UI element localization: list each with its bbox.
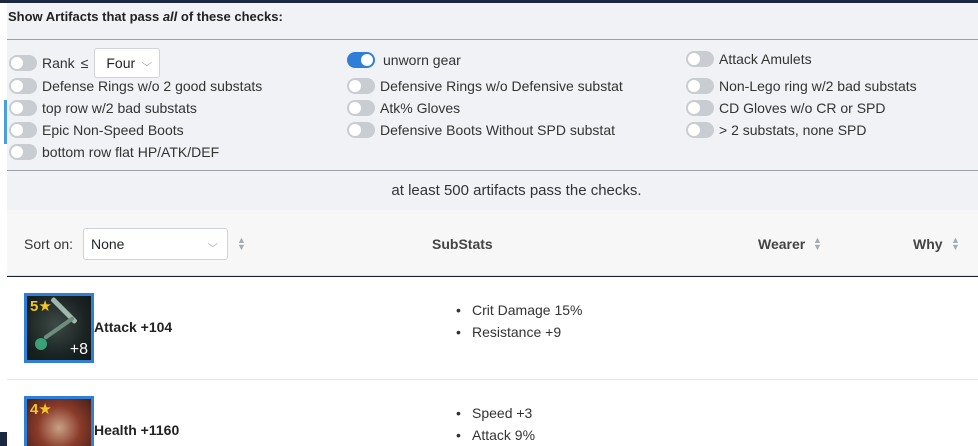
divider (7, 39, 978, 40)
check-nonlego-ring: Non-Lego ring w/2 bad substats (686, 76, 917, 96)
filter-title: Show Artifacts that pass all of these ch… (8, 9, 283, 24)
toggle-2-substats[interactable] (686, 122, 714, 138)
left-strip (0, 432, 7, 446)
check-cd-gloves: CD Gloves w/o CR or SPD (686, 98, 885, 118)
check-def-boots: Defensive Boots Without SPD substat (347, 120, 615, 140)
toggle-rank[interactable] (9, 55, 37, 71)
list-item: Speed +3 (456, 402, 535, 424)
toggle-top-row[interactable] (9, 100, 37, 116)
check-defense-rings: Defense Rings w/o 2 good substats (9, 76, 262, 96)
toggle-attack-amulets[interactable] (686, 51, 714, 67)
star-rating: 4★ (30, 401, 52, 418)
sort-select[interactable]: None ⌵ (83, 228, 228, 260)
check-2-substats: > 2 substats, none SPD (686, 120, 866, 140)
col-substats[interactable]: SubStats (432, 236, 493, 252)
toggle-def-boots[interactable] (347, 122, 375, 138)
list-item: Attack 9% (456, 424, 535, 446)
sort-arrows-icon[interactable]: ▲ ▼ (813, 236, 822, 252)
check-label: Epic Non-Speed Boots (42, 122, 184, 138)
sort-label: Sort on: (24, 236, 74, 252)
filter-panel: Show Artifacts that pass all of these ch… (7, 3, 978, 210)
main-stat: Health +1160 (94, 422, 180, 438)
check-label: Attack Amulets (719, 51, 812, 67)
artifact-weapon-icon: 5★ +8 (24, 293, 94, 363)
check-label: Defensive Boots Without SPD substat (380, 122, 615, 138)
check-epic-boots: Epic Non-Speed Boots (9, 120, 184, 140)
check-label: Non-Lego ring w/2 bad substats (719, 78, 917, 94)
toggle-unworn[interactable] (347, 52, 375, 68)
check-top-row: top row w/2 bad substats (9, 98, 197, 118)
sort-arrows-icon[interactable]: ▲ ▼ (951, 236, 960, 252)
artifact-armor-icon: 4★ (24, 396, 94, 446)
list-item: Resistance +9 (456, 321, 583, 343)
check-attack-amulets: Attack Amulets (686, 49, 812, 69)
table-row[interactable]: 5★ +8 Attack +104 Crit Damage 15% Resist… (7, 277, 978, 380)
check-label: top row w/2 bad substats (42, 100, 197, 116)
star-rating: 5★ (30, 298, 52, 315)
rank-label: Rank (42, 55, 75, 71)
toggle-nonlego-ring[interactable] (686, 78, 714, 94)
check-label: Defensive Rings w/o Defensive substat (380, 78, 623, 94)
check-label: Defense Rings w/o 2 good substats (42, 78, 263, 94)
toggle-cd-gloves[interactable] (686, 100, 714, 116)
check-label: > 2 substats, none SPD (719, 122, 867, 138)
enhance-level: +8 (69, 341, 88, 358)
toggle-atk-gloves[interactable] (347, 100, 375, 116)
rank-select[interactable]: Four ⌵ (94, 48, 160, 78)
left-gutter (0, 3, 7, 446)
toggle-def-rings-def-sub[interactable] (347, 78, 375, 94)
substat-list: Speed +3 Attack 9% (456, 402, 535, 446)
check-unworn: unworn gear (347, 50, 461, 70)
toggle-epic-boots[interactable] (9, 122, 37, 138)
sort-arrows-icon[interactable]: ▲ ▼ (237, 236, 246, 252)
le-symbol: ≤ (80, 55, 89, 71)
pass-count: at least 500 artifacts pass the checks. (391, 182, 642, 199)
table-row[interactable]: 4★ Health +1160 Speed +3 Attack 9% (7, 380, 978, 446)
check-label: CD Gloves w/o CR or SPD (719, 100, 886, 116)
check-atk-gloves: Atk% Gloves (347, 98, 460, 118)
chevron-down-icon: ⌵ (207, 238, 219, 250)
check-rank: Rank ≤ Four ⌵ (9, 48, 160, 78)
toggle-bottom-row[interactable] (9, 144, 37, 160)
table-header: Sort on: None ⌵ ▲ ▼ SubStats Wearer ▲ ▼ Wh… (7, 210, 978, 276)
check-label: Atk% Gloves (380, 100, 461, 116)
check-bottom-row: bottom row flat HP/ATK/DEF (9, 142, 219, 162)
check-label: unworn gear (383, 52, 461, 68)
check-def-rings-def-sub: Defensive Rings w/o Defensive substat (347, 76, 623, 96)
col-why[interactable]: Why (913, 236, 943, 252)
substat-list: Crit Damage 15% Resistance +9 (456, 299, 583, 343)
col-wearer[interactable]: Wearer (758, 236, 805, 252)
divider (7, 170, 978, 171)
chevron-down-icon: ⌵ (141, 57, 153, 69)
main-stat: Attack +104 (94, 319, 173, 335)
check-label: bottom row flat HP/ATK/DEF (42, 144, 220, 160)
list-item: Crit Damage 15% (456, 299, 582, 321)
toggle-defense-rings[interactable] (9, 78, 37, 94)
